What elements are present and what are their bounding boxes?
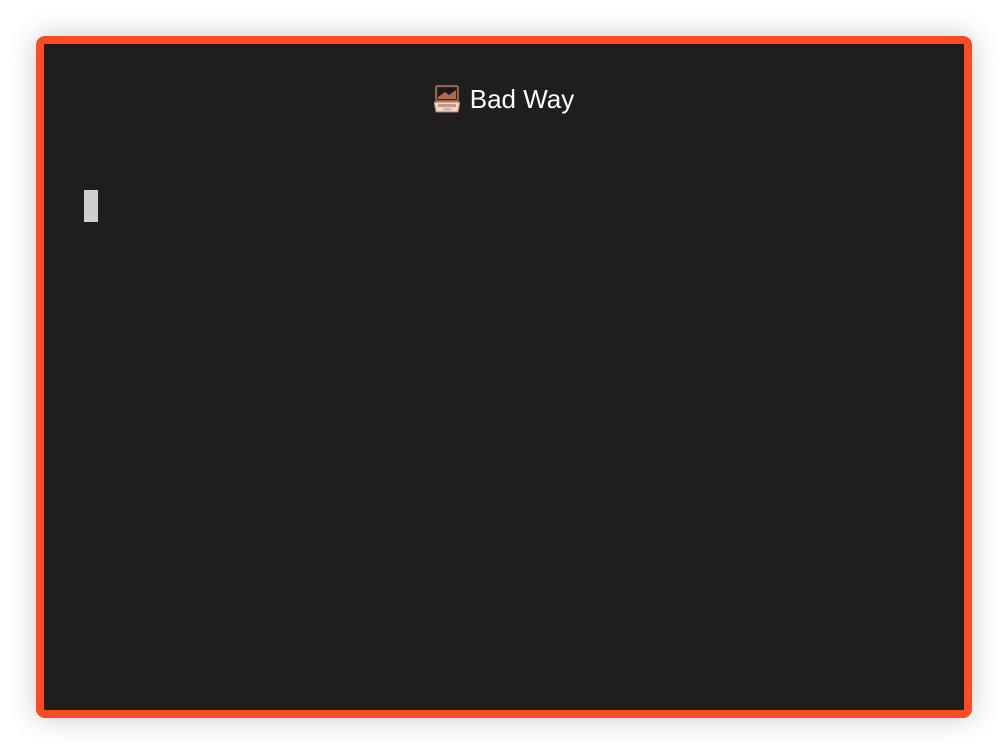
text-cursor xyxy=(84,190,98,222)
window-titlebar: Bad Way xyxy=(44,84,964,114)
window-title: Bad Way xyxy=(469,84,575,114)
terminal-output[interactable] xyxy=(84,190,924,670)
terminal-window: Bad Way xyxy=(36,36,972,718)
laptop-icon xyxy=(433,85,461,113)
